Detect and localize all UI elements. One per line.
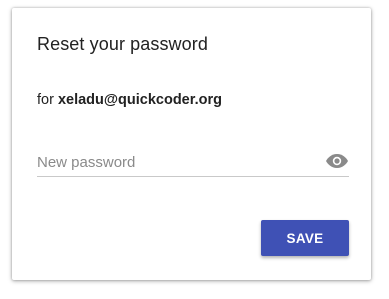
dialog-title: Reset your password: [37, 34, 208, 54]
new-password-input[interactable]: [37, 150, 317, 174]
for-prefix: for: [37, 92, 58, 108]
eye-icon[interactable]: [325, 151, 349, 171]
save-button[interactable]: SAVE: [261, 220, 349, 256]
account-line: for xeladu@quickcoder.org: [37, 92, 222, 108]
account-email: xeladu@quickcoder.org: [57, 92, 222, 108]
reset-password-card: Reset your password for xeladu@quickcode…: [12, 8, 371, 280]
new-password-field: [37, 148, 349, 177]
